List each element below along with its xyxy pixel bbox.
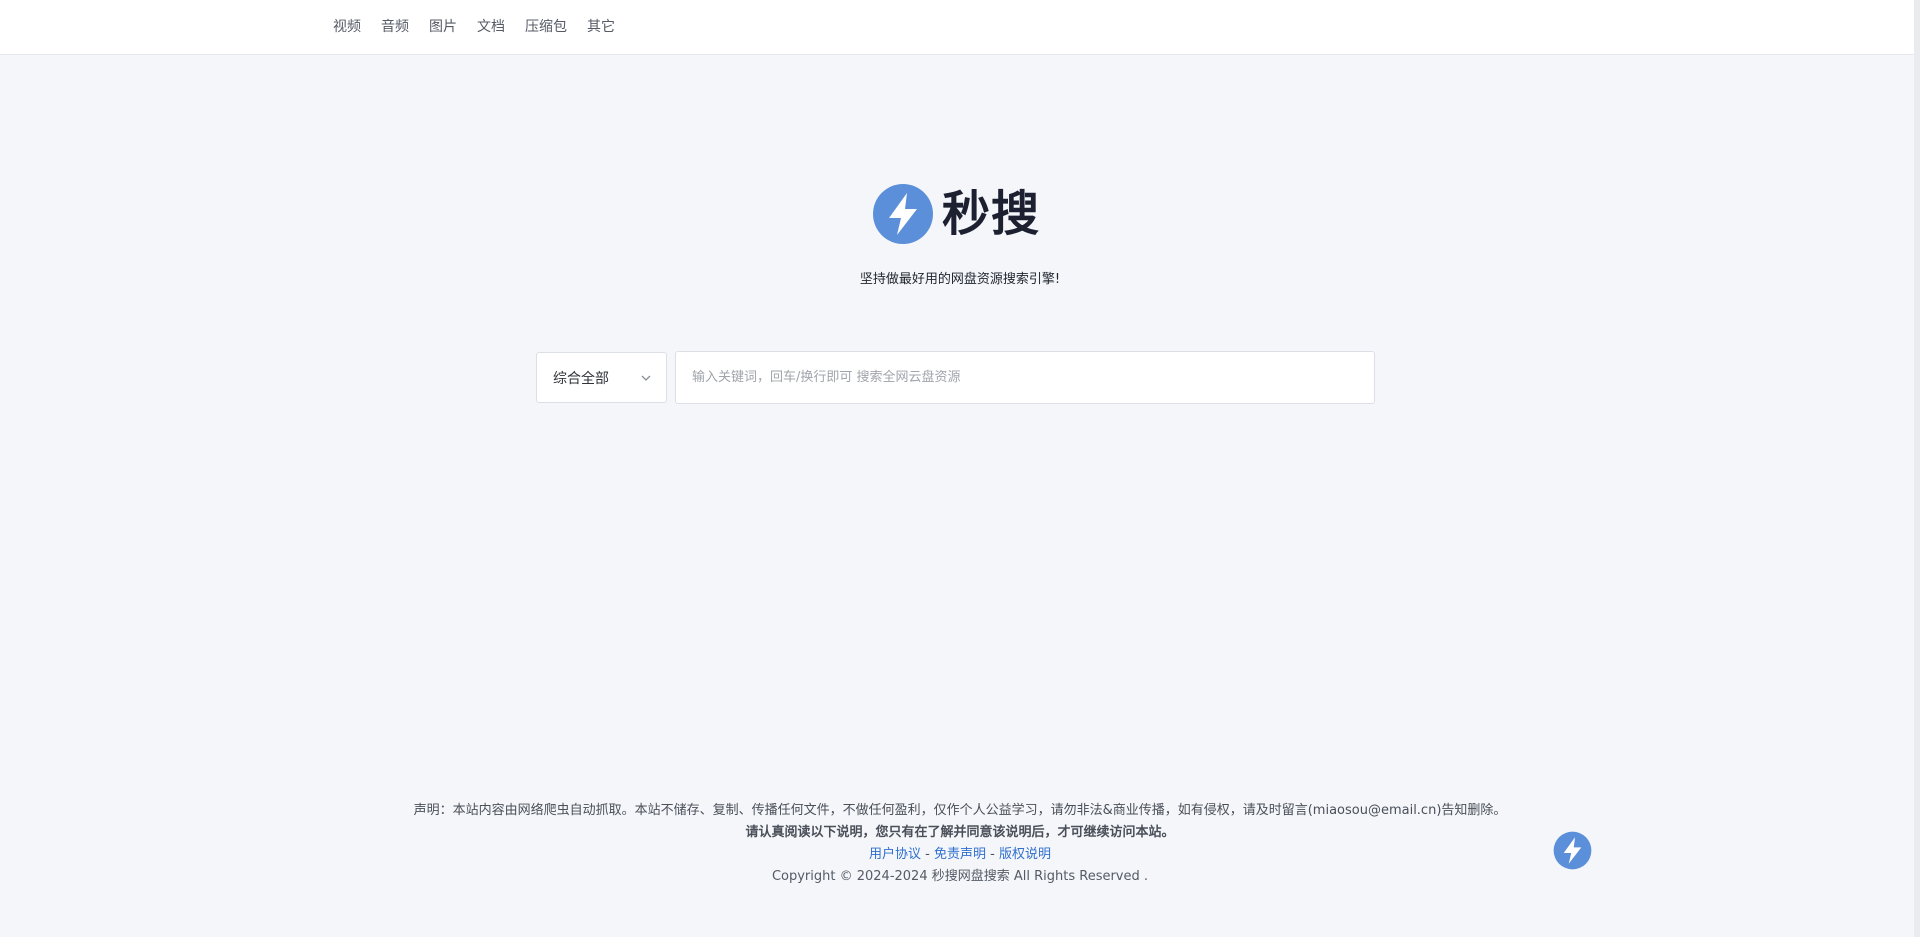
- chevron-down-icon: [641, 375, 651, 381]
- user-agreement-link[interactable]: 用户协议: [869, 847, 921, 862]
- category-nav: 视频 音频 图片 文档 压缩包 其它: [323, 0, 625, 54]
- search-input[interactable]: [675, 351, 1375, 404]
- floating-lightning-button[interactable]: [1553, 831, 1592, 870]
- link-separator: -: [986, 847, 999, 862]
- nav-item-other[interactable]: 其它: [577, 0, 625, 54]
- category-select[interactable]: 综合全部: [536, 352, 667, 403]
- footer-links: 用户协议 - 免责声明 - 版权说明: [0, 844, 1920, 866]
- copyright-text: Copyright © 2024-2024 秒搜网盘搜索 All Rights …: [771, 869, 1149, 884]
- footer-statement: 声明：本站内容由网络爬虫自动抓取。本站不储存、复制、传播任何文件，不做任何盈利，…: [413, 803, 1507, 818]
- lightning-bolt-icon: [1553, 831, 1592, 870]
- copyright-notice-link[interactable]: 版权说明: [999, 847, 1051, 862]
- category-select-value: 综合全部: [553, 370, 609, 387]
- brand-logo: 秒搜: [872, 183, 1040, 245]
- top-navbar: 视频 音频 图片 文档 压缩包 其它: [0, 0, 1914, 55]
- brand-name: 秒搜: [942, 186, 1041, 242]
- lightning-bolt-icon: [873, 184, 933, 244]
- nav-item-audio[interactable]: 音频: [371, 0, 419, 54]
- nav-item-archive[interactable]: 压缩包: [515, 0, 577, 54]
- footer-notice: 请认真阅读以下说明，您只有在了解并同意该说明后，才可继续访问本站。: [745, 825, 1175, 840]
- nav-item-document[interactable]: 文档: [467, 0, 515, 54]
- link-separator: -: [921, 847, 934, 862]
- nav-item-video[interactable]: 视频: [323, 0, 371, 54]
- search-bar: 综合全部: [536, 351, 1375, 404]
- slogan-text: 坚持做最好用的网盘资源搜索引擎!: [859, 272, 1061, 287]
- nav-item-image[interactable]: 图片: [419, 0, 467, 54]
- disclaimer-link[interactable]: 免责声明: [934, 847, 986, 862]
- footer: 声明：本站内容由网络爬虫自动抓取。本站不储存、复制、传播任何文件，不做任何盈利，…: [0, 800, 1920, 888]
- page-scrollbar[interactable]: [1914, 0, 1920, 937]
